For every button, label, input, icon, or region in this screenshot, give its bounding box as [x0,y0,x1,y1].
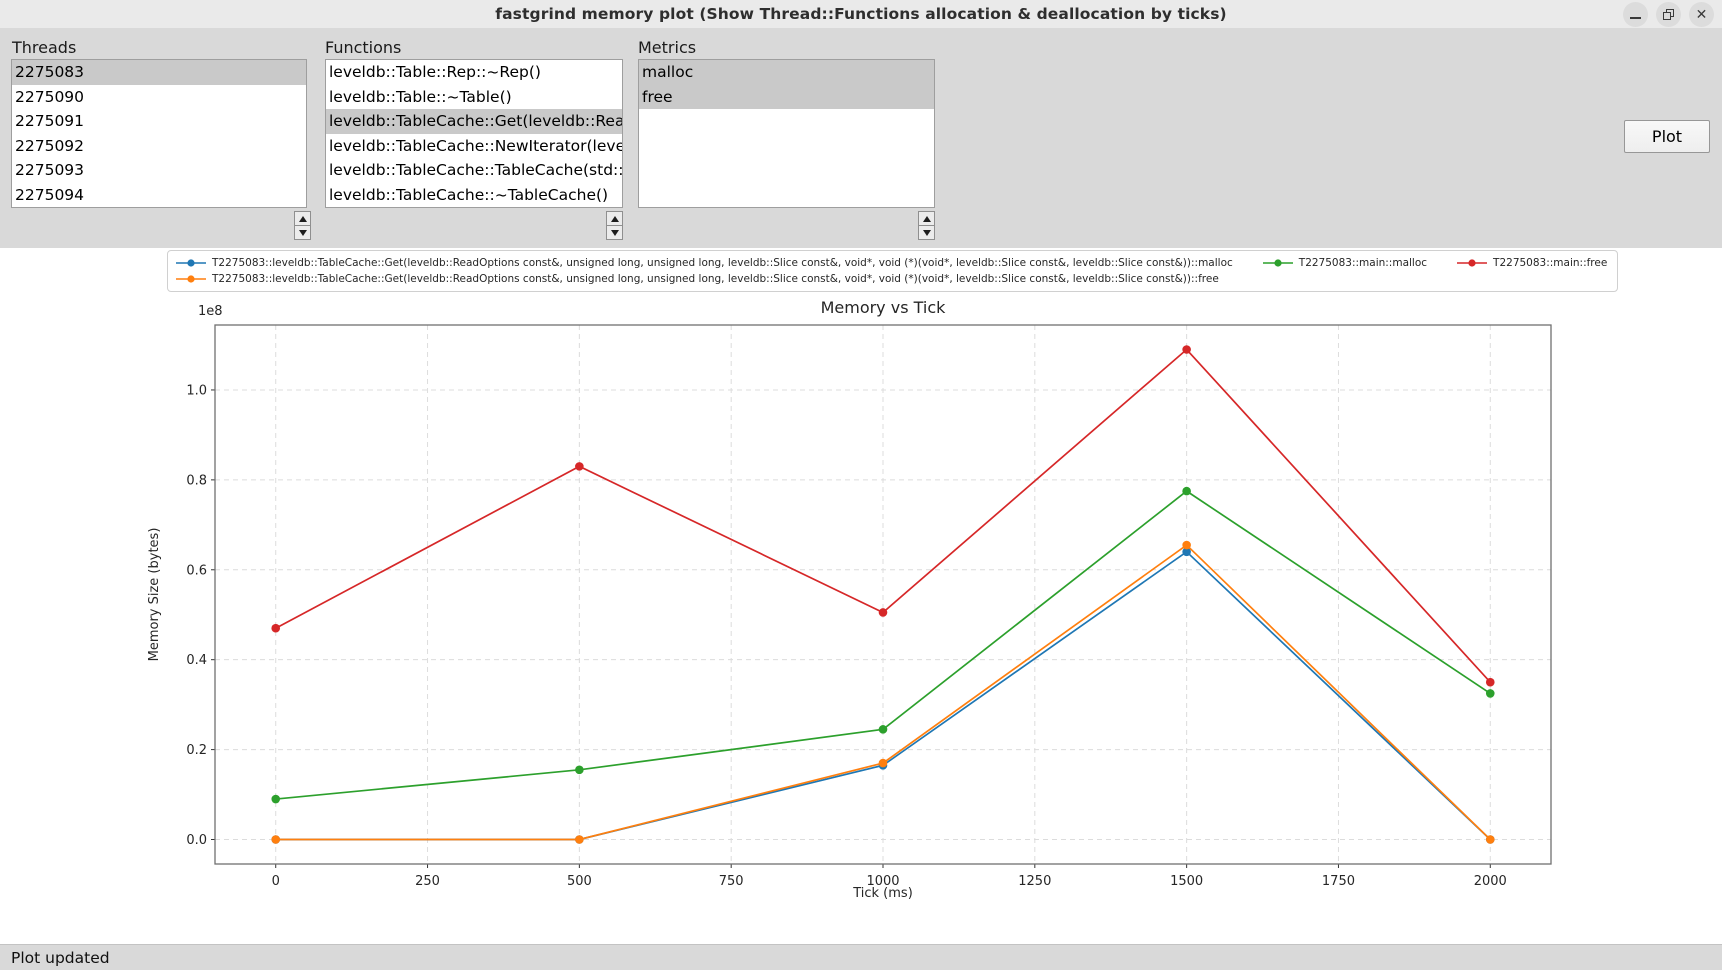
svg-text:Memory vs Tick: Memory vs Tick [821,298,947,317]
maximize-button[interactable] [1656,2,1681,27]
svg-text:0.6: 0.6 [186,563,207,578]
list-item[interactable]: 2275083 [12,60,306,85]
list-item[interactable]: leveldb::TableCache::Get(leveldb::ReadOp… [326,109,622,134]
svg-text:750: 750 [719,874,744,889]
status-bar: Plot updated [0,944,1722,970]
scroll-down-button[interactable] [606,225,623,240]
scroll-down-button[interactable] [294,225,311,240]
figure-canvas: T2275083::leveldb::TableCache::Get(level… [0,248,1722,944]
svg-text:Tick (ms): Tick (ms) [852,886,913,901]
svg-text:0.8: 0.8 [186,473,207,488]
list-item[interactable]: 2275093 [12,158,306,183]
svg-text:250: 250 [415,874,440,889]
window-title: fastgrind memory plot (Show Thread::Func… [495,5,1226,23]
control-panel: Threads 22750832275090227509122750922275… [0,28,1722,248]
threads-scrollbar [294,211,310,239]
functions-scrollbar [606,211,622,239]
list-item[interactable]: leveldb::Table::Rep::~Rep() [326,60,622,85]
minimize-icon [1630,17,1641,19]
scroll-down-icon [299,230,307,236]
list-item[interactable]: 2275092 [12,134,306,159]
svg-text:2000: 2000 [1474,874,1507,889]
list-item[interactable]: leveldb::TableCache::TableCache(std::__c… [326,158,622,183]
scroll-up-icon [299,216,307,222]
scroll-up-icon [923,216,931,222]
svg-text:0.0: 0.0 [186,833,207,848]
scroll-down-icon [611,230,619,236]
list-item[interactable]: 2275094 [12,183,306,208]
scroll-down-button[interactable] [918,225,935,240]
scroll-up-button[interactable] [918,211,935,226]
svg-text:0.4: 0.4 [186,653,207,668]
list-item[interactable]: leveldb::Table::~Table() [326,85,622,110]
window-titlebar: fastgrind memory plot (Show Thread::Func… [0,0,1722,29]
plot-button[interactable]: Plot [1624,120,1710,153]
metrics-label: Metrics [638,38,696,57]
metrics-listbox[interactable]: mallocfree [638,59,935,208]
close-button[interactable]: ✕ [1689,2,1714,27]
threads-listbox[interactable]: 2275083227509022750912275092227509322750… [11,59,307,208]
svg-text:1.0: 1.0 [186,383,207,398]
svg-text:Memory Size (bytes): Memory Size (bytes) [147,528,162,662]
svg-text:1500: 1500 [1170,874,1203,889]
list-item[interactable]: 2275091 [12,109,306,134]
status-text: Plot updated [11,949,110,967]
functions-label: Functions [325,38,401,57]
svg-text:1250: 1250 [1018,874,1051,889]
svg-text:0: 0 [272,874,280,889]
minimize-button[interactable] [1623,2,1648,27]
scroll-up-button[interactable] [606,211,623,226]
scroll-up-icon [611,216,619,222]
metrics-scrollbar [918,211,934,239]
svg-text:500: 500 [567,874,592,889]
svg-text:0.2: 0.2 [186,743,207,758]
svg-text:1e8: 1e8 [198,304,223,319]
list-item[interactable]: free [639,85,934,110]
list-item[interactable]: malloc [639,60,934,85]
list-item[interactable]: 2275090 [12,85,306,110]
memory-vs-tick-chart: 0250500750100012501500175020000.00.20.40… [0,248,1722,944]
threads-label: Threads [12,38,76,57]
functions-listbox[interactable]: leveldb::Table::Rep::~Rep()leveldb::Tabl… [325,59,623,208]
list-item[interactable]: leveldb::TableCache::~TableCache() [326,183,622,208]
list-item[interactable]: leveldb::TableCache::NewIterator(leveldb… [326,134,622,159]
svg-text:1750: 1750 [1322,874,1355,889]
close-icon: ✕ [1696,8,1708,22]
maximize-icon [1663,9,1674,20]
window-controls: ✕ [1623,2,1714,27]
scroll-down-icon [923,230,931,236]
scroll-up-button[interactable] [294,211,311,226]
